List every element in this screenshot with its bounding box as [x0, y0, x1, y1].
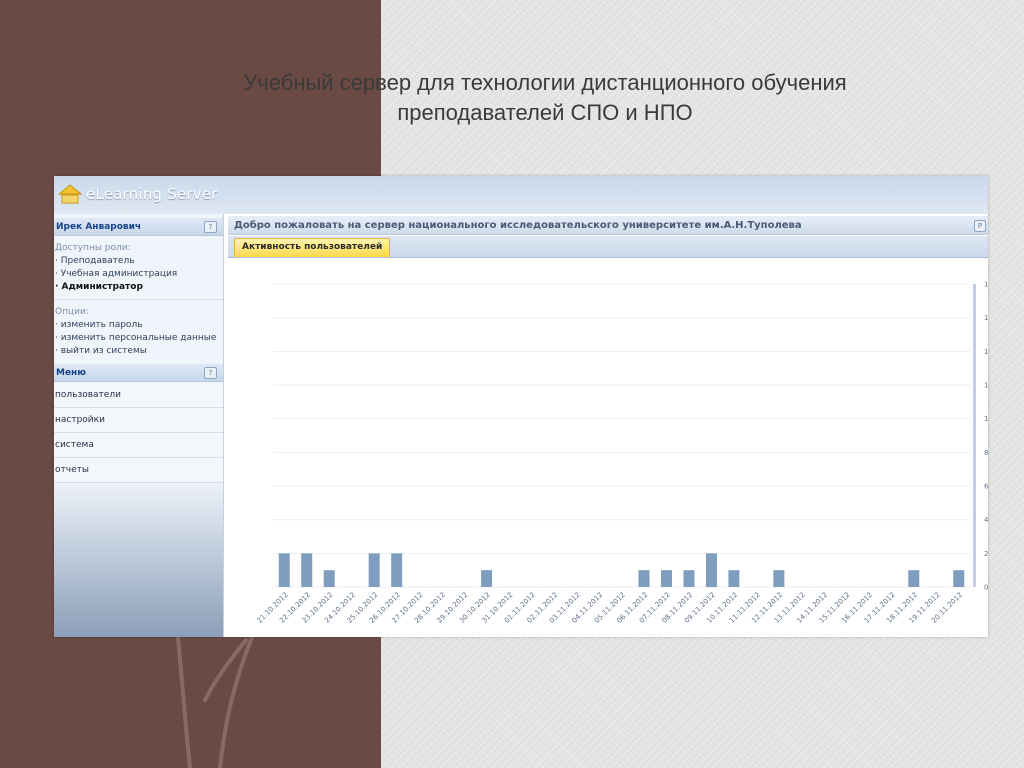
menu-item-system[interactable]: система: [54, 433, 223, 458]
chart-bar[interactable]: [391, 553, 403, 587]
menu-item-users[interactable]: пользователи: [54, 383, 223, 408]
user-panel-header: Ирек Анварович ?: [54, 218, 223, 236]
menu-header: Меню ?: [54, 364, 223, 382]
house-icon: [58, 184, 82, 204]
chart-bar[interactable]: [908, 570, 920, 587]
chart-y-tick-label: 0: [984, 584, 988, 592]
main-panel-header: Добро пожаловать на сервер национального…: [228, 216, 988, 235]
welcome-title: Добро пожаловать на сервер национального…: [234, 220, 802, 231]
chart-bar[interactable]: [705, 553, 717, 587]
chart-bar[interactable]: [953, 570, 965, 587]
chart-y-tick-label: 6: [984, 483, 988, 491]
activity-chart-svg: 024681111121.10.201222.10.201223.10.2012…: [256, 281, 988, 625]
slide-title: Учебный сервер для технологии дистанцион…: [180, 68, 910, 128]
chart-bar[interactable]: [660, 570, 672, 587]
chart-bar[interactable]: [323, 570, 335, 587]
chart-bar[interactable]: [301, 553, 313, 587]
option-change-password[interactable]: · изменить пароль: [55, 320, 143, 330]
roles-label: Доступны роли:: [55, 243, 131, 253]
chart-bar[interactable]: [683, 570, 695, 587]
chart-y-axis: [973, 284, 976, 587]
menu-help-icon[interactable]: ?: [204, 367, 217, 379]
role-link-admin-education[interactable]: · Учебная администрация: [55, 269, 177, 279]
panel-pin-icon[interactable]: P: [974, 220, 986, 232]
app-logo-text[interactable]: eLearning Server: [86, 185, 218, 203]
chart-bar[interactable]: [368, 553, 380, 587]
slide-title-line-1: Учебный сервер для технологии дистанцион…: [243, 70, 847, 95]
tab-strip: Активность пользователей: [228, 236, 988, 258]
elearning-app-window: eLearning Server Ирек Анварович ? Доступ…: [54, 176, 988, 637]
role-link-teacher[interactable]: · Преподаватель: [55, 256, 135, 266]
chart-y-tick-label: 1: [984, 348, 988, 356]
tab-user-activity[interactable]: Активность пользователей: [234, 238, 391, 257]
activity-chart: 0 2 4 6 8 1 1 1 1 1 21.10.2012 22.10.2012 23.10.2012…: [228, 258, 988, 637]
option-change-personal-data[interactable]: · изменить персональные данные: [55, 333, 216, 343]
chart-bar[interactable]: [728, 570, 740, 587]
chart-y-tick-label: 2: [984, 550, 988, 558]
user-name: Ирек Анварович: [56, 222, 142, 232]
app-header: eLearning Server: [54, 176, 988, 214]
role-link-administrator[interactable]: · Администратор: [55, 282, 143, 292]
chart-y-tick-label: 1: [984, 281, 988, 289]
chart-bar[interactable]: [773, 570, 785, 587]
chart-y-tick-label: 1: [984, 415, 988, 423]
main-panel: Добро пожаловать на сервер национального…: [228, 216, 988, 637]
option-logout[interactable]: · выйти из системы: [55, 346, 147, 356]
slide-title-line-2: преподавателей СПО и НПО: [397, 100, 693, 125]
menu-item-reports[interactable]: отчеты: [54, 458, 223, 483]
chart-y-tick-label: 1: [984, 382, 988, 390]
chart-y-tick-label: 4: [984, 516, 988, 524]
chart-y-tick-label: 1: [984, 314, 988, 322]
options-label: Опции:: [55, 307, 89, 317]
chart-y-tick-label: 8: [984, 449, 988, 457]
sidebar: Ирек Анварович ? Доступны роли: · Препод…: [54, 214, 224, 637]
chart-bar[interactable]: [278, 553, 290, 587]
chart-bar[interactable]: [638, 570, 650, 587]
sidebar-divider: [54, 299, 223, 300]
help-icon[interactable]: ?: [204, 221, 217, 233]
menu-title: Меню: [56, 368, 87, 378]
menu-item-settings[interactable]: настройки: [54, 408, 223, 433]
chart-bar[interactable]: [481, 570, 493, 587]
